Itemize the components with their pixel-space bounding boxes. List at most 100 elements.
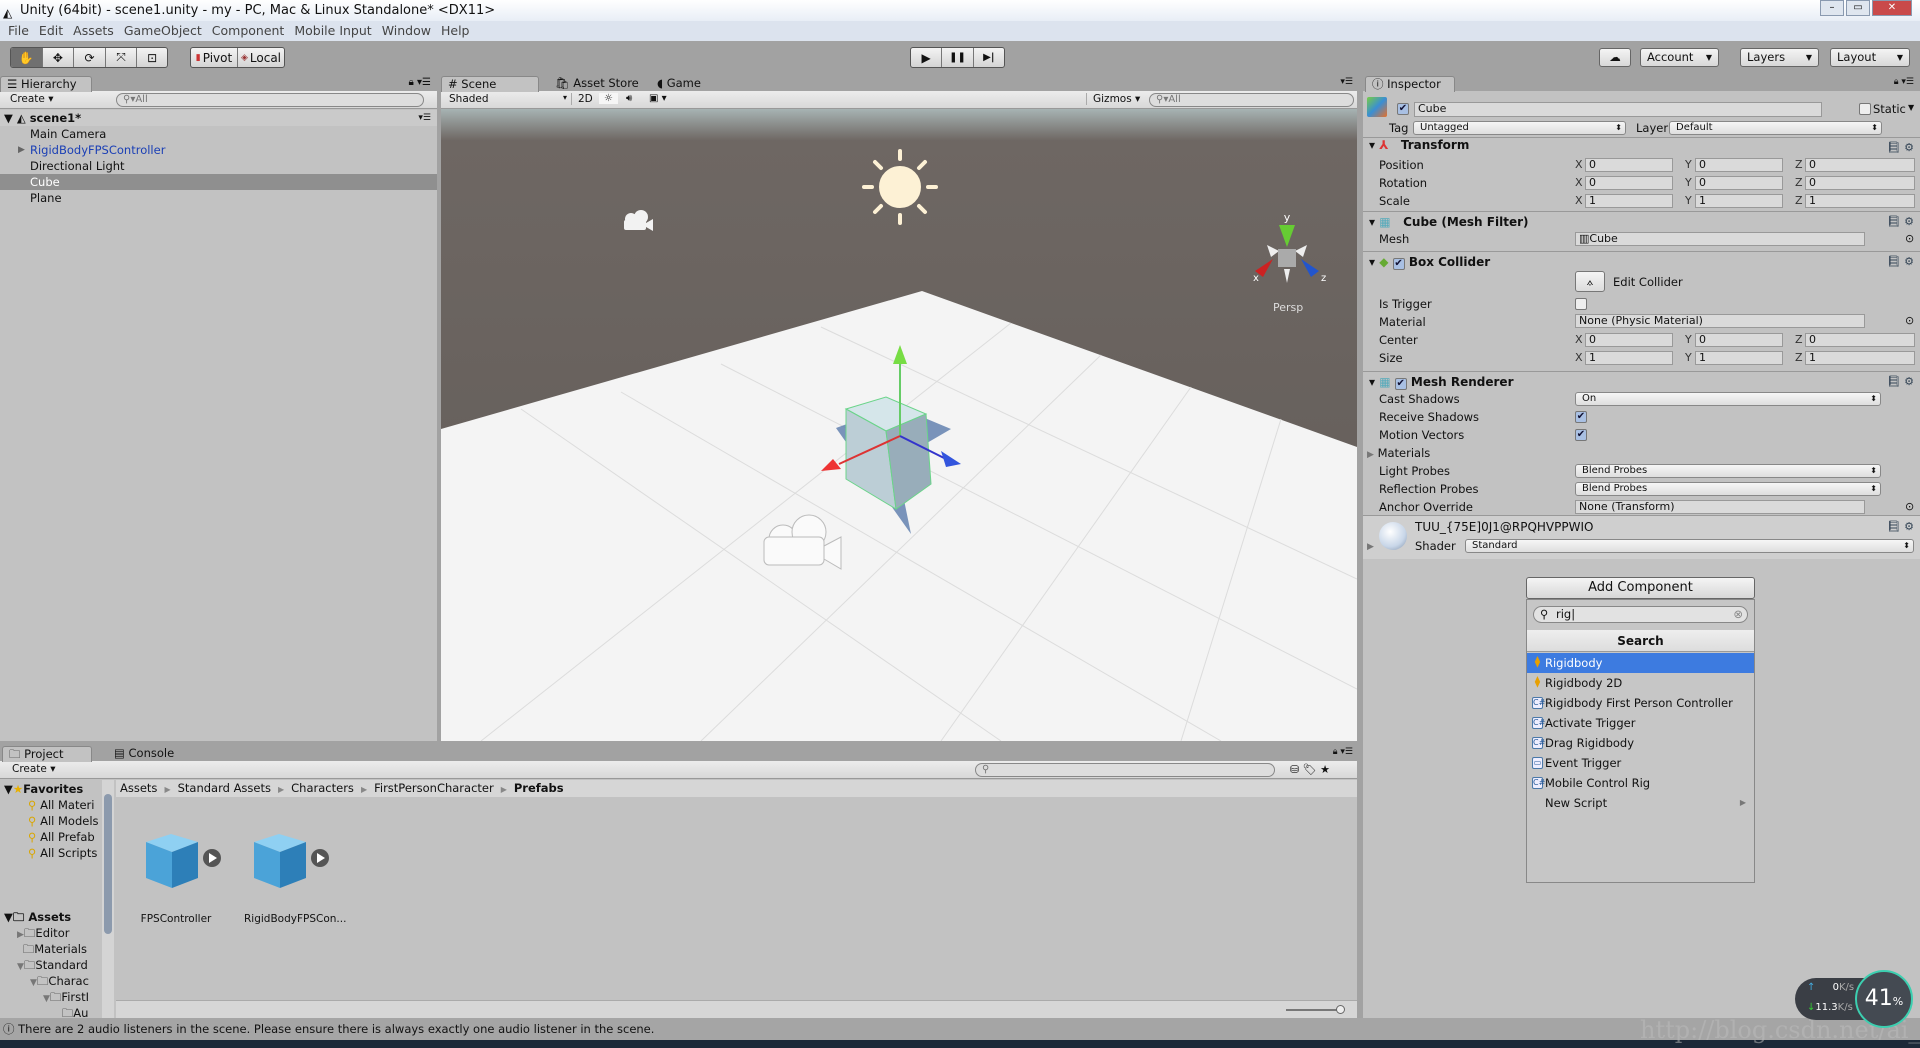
tree-folder[interactable]: 🗀Au — [56, 1006, 102, 1018]
center-z-field[interactable]: 0 — [1805, 333, 1915, 347]
local-button[interactable]: ◈ Local — [238, 48, 284, 67]
scene-root[interactable]: ▼ ◭ scene1* ▾☰ — [0, 110, 437, 126]
tab-inspector[interactable]: ⓘ Inspector — [1365, 76, 1455, 92]
box-collider-header[interactable]: ▾ ◆ ✔ Box Collider — [1369, 255, 1490, 270]
component-search-input[interactable]: ⚲ rig| ⊗ — [1533, 606, 1748, 623]
material-foldout[interactable]: ▶ — [1367, 542, 1374, 552]
position-y-field[interactable]: 0 — [1695, 158, 1783, 172]
account-dropdown[interactable]: Account ▼ — [1640, 48, 1719, 67]
menu-gameobject[interactable]: GameObject — [122, 21, 210, 41]
step-button[interactable]: ▶| — [974, 48, 1004, 67]
breadcrumb-item[interactable]: Characters — [291, 781, 354, 795]
static-dropdown[interactable]: ▼ — [1908, 103, 1914, 112]
menu-mobile-input[interactable]: Mobile Input — [292, 21, 379, 41]
cast-shadows-dropdown[interactable]: On — [1575, 392, 1881, 406]
object-name-input[interactable]: Cube — [1414, 102, 1822, 117]
mesh-field[interactable]: ▥Cube — [1575, 232, 1865, 246]
scale-tool-button[interactable]: ⤧ — [106, 48, 138, 67]
favorite-item[interactable]: ⚲ All Models — [28, 814, 102, 828]
maximize-button[interactable]: ▭ — [1846, 0, 1870, 16]
gizmos-dropdown[interactable]: Gizmos ▾ — [1086, 93, 1146, 105]
component-help-settings-icons[interactable]: 📘︎ ⚙ — [1887, 375, 1914, 388]
menu-file[interactable]: File — [6, 21, 37, 41]
pause-button[interactable]: ❚❚ — [942, 48, 974, 67]
rotation-z-field[interactable]: 0 — [1805, 176, 1915, 190]
static-checkbox[interactable] — [1859, 103, 1871, 115]
receive-shadows-checkbox[interactable]: ✔ — [1575, 411, 1587, 423]
component-result-rigidbody[interactable]: ⧫ Rigidbody — [1527, 653, 1754, 673]
light-probes-dropdown[interactable]: Blend Probes — [1575, 464, 1881, 478]
hierarchy-item-plane[interactable]: Plane — [0, 190, 437, 206]
lock-icon[interactable]: 🔒︎ ▾☰ — [409, 77, 431, 88]
audio-toggle[interactable]: 🔊︎ — [621, 93, 637, 104]
create-dropdown[interactable]: Create ▾ — [12, 763, 56, 775]
tab-hierarchy[interactable]: ☰ Hierarchy — [0, 76, 92, 92]
move-tool-button[interactable]: ✥ — [43, 48, 75, 67]
tab-scene[interactable]: # Scene — [441, 76, 539, 92]
object-picker-icon[interactable]: ⊙ — [1905, 314, 1914, 327]
scene-viewport[interactable]: y x z Persp — [441, 109, 1357, 741]
tab-game[interactable]: ◖ Game — [651, 76, 715, 92]
layer-dropdown[interactable]: Default — [1669, 121, 1882, 135]
tab-asset-store[interactable]: 🛍︎ Asset Store — [549, 76, 645, 92]
materials-foldout[interactable]: ▶ Materials — [1367, 446, 1430, 460]
favorite-item[interactable]: ⚲ All Materi — [28, 798, 102, 812]
object-picker-icon[interactable]: ⊙ — [1905, 232, 1914, 245]
object-picker-icon[interactable]: ⊙ — [1905, 500, 1914, 513]
create-dropdown[interactable]: Create ▾ — [10, 93, 54, 105]
project-search-input[interactable]: ⚲ — [975, 763, 1275, 777]
cloud-button[interactable]: ☁ — [1599, 48, 1631, 67]
favorite-item[interactable]: ⚲ All Scripts — [28, 846, 102, 860]
component-result-mobile-control-rig[interactable]: C# Mobile Control Rig — [1527, 773, 1754, 793]
breadcrumb-item[interactable]: Standard Assets — [178, 781, 271, 795]
close-button[interactable]: ✕ — [1872, 0, 1912, 16]
is-trigger-checkbox[interactable] — [1575, 298, 1587, 310]
add-component-button[interactable]: Add Component — [1526, 577, 1755, 599]
scale-z-field[interactable]: 1 — [1805, 194, 1915, 208]
favorite-item[interactable]: ⚲ All Prefab — [28, 830, 102, 844]
component-result-rigidbody-2d[interactable]: ⧫ Rigidbody 2D — [1527, 673, 1754, 693]
prefab-asset[interactable]: RigidBodyFPSCon... — [244, 830, 346, 930]
center-y-field[interactable]: 0 — [1695, 333, 1783, 347]
menu-help[interactable]: Help — [439, 21, 478, 41]
edit-collider-button[interactable]: ⟑ — [1575, 271, 1605, 292]
pivot-button[interactable]: ▮ Pivot — [191, 48, 238, 67]
play-button[interactable]: ▶ — [911, 48, 943, 67]
tab-console[interactable]: ▤ Console — [108, 746, 188, 762]
hand-tool-button[interactable]: ✋ — [11, 48, 43, 67]
component-result-new-script[interactable]: New Script ▶ — [1527, 793, 1754, 813]
menu-edit[interactable]: Edit — [37, 21, 71, 41]
component-help-settings-icons[interactable]: 📘︎ ⚙ — [1887, 215, 1914, 228]
minimize-button[interactable]: – — [1820, 0, 1844, 16]
rotation-x-field[interactable]: 0 — [1585, 176, 1673, 190]
effects-dropdown[interactable]: ▣ ▾ — [644, 93, 672, 104]
component-help-settings-icons[interactable]: 📘︎ ⚙ — [1887, 255, 1914, 268]
hierarchy-search-input[interactable]: ⚲▾All — [116, 93, 424, 107]
panel-menu-icon[interactable]: ▾☰ — [1340, 77, 1353, 87]
menu-component[interactable]: Component — [210, 21, 293, 41]
tag-dropdown[interactable]: Untagged — [1413, 121, 1626, 135]
anchor-override-field[interactable]: None (Transform) — [1575, 500, 1865, 514]
physic-material-field[interactable]: None (Physic Material) — [1575, 314, 1865, 328]
lock-icon[interactable]: 🔒︎ ▾☰ — [1894, 77, 1914, 87]
component-result-event-trigger[interactable]: ▭ Event Trigger — [1527, 753, 1754, 773]
scale-y-field[interactable]: 1 — [1695, 194, 1783, 208]
shader-dropdown[interactable]: Standard — [1465, 539, 1914, 553]
hierarchy-item-directional-light[interactable]: Directional Light — [0, 158, 437, 174]
lock-icon[interactable]: 🔒︎ ▾☰ — [1333, 747, 1353, 757]
status-bar[interactable]: ⓘ There are 2 audio listeners in the sce… — [0, 1018, 1920, 1040]
scene-search-input[interactable]: ⚲▾All — [1149, 93, 1354, 107]
component-result-activate-trigger[interactable]: C# Activate Trigger — [1527, 713, 1754, 733]
hierarchy-item-main-camera[interactable]: Main Camera — [0, 126, 437, 142]
component-result-rigidbody-first-person-controller[interactable]: C# Rigidbody First Person Controller — [1527, 693, 1754, 713]
mesh-filter-header[interactable]: ▾ ▦ Cube (Mesh Filter) — [1369, 215, 1528, 229]
tab-project[interactable]: 🗀 Project — [2, 746, 92, 762]
breadcrumb-item[interactable]: Assets — [120, 781, 157, 795]
transform-header[interactable]: ▾ ⅄ Transform — [1369, 138, 1469, 152]
layers-dropdown[interactable]: Layers ▼ — [1740, 48, 1819, 67]
layout-dropdown[interactable]: Layout ▼ — [1830, 48, 1910, 67]
scale-x-field[interactable]: 1 — [1585, 194, 1673, 208]
position-x-field[interactable]: 0 — [1585, 158, 1673, 172]
center-x-field[interactable]: 0 — [1585, 333, 1673, 347]
breadcrumb-item[interactable]: FirstPersonCharacter — [374, 781, 494, 795]
